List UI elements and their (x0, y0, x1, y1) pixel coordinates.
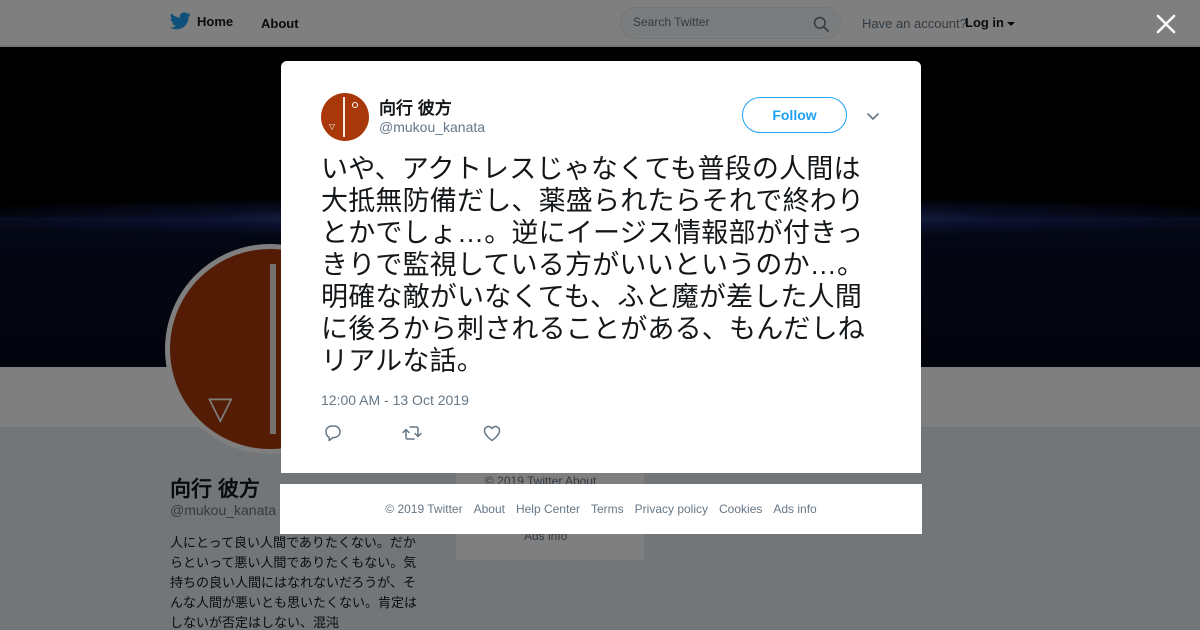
tweet-permalink-modal: ▽ 向行 彼方 @mukou_kanata Follow いや、アクトレスじゃな… (281, 61, 921, 473)
tweet-timestamp[interactable]: 12:00 AM - 13 Oct 2019 (321, 392, 469, 408)
footer-about-link[interactable]: About (474, 502, 505, 516)
tweet-author-name[interactable]: 向行 彼方 (379, 94, 452, 119)
footer-ads-info-link[interactable]: Ads info (773, 502, 816, 516)
footer-privacy-link[interactable]: Privacy policy (635, 502, 708, 516)
reply-icon[interactable] (322, 423, 344, 443)
modal-footer: © 2019 Twitter About Help Center Terms P… (280, 484, 922, 534)
avatar-circle-mark (352, 102, 358, 108)
follow-button[interactable]: Follow (742, 97, 847, 133)
close-icon[interactable] (1152, 10, 1180, 38)
footer-help-center-link[interactable]: Help Center (516, 502, 580, 516)
avatar-stripe (343, 97, 345, 137)
heart-icon[interactable] (481, 423, 503, 443)
footer-cookies-link[interactable]: Cookies (719, 502, 762, 516)
footer-copyright: © 2019 Twitter (385, 502, 463, 516)
tweet-text: いや、アクトレスじゃなくても普段の人間は大抵無防備だし、薬盛られたらそれで終わり… (321, 154, 865, 376)
footer-terms-link[interactable]: Terms (591, 502, 624, 516)
tweet-author-handle[interactable]: @mukou_kanata (379, 119, 485, 135)
chevron-down-icon[interactable] (866, 109, 880, 123)
avatar[interactable]: ▽ (321, 93, 369, 141)
triangle-icon: ▽ (329, 122, 336, 131)
retweet-icon[interactable] (401, 423, 423, 443)
